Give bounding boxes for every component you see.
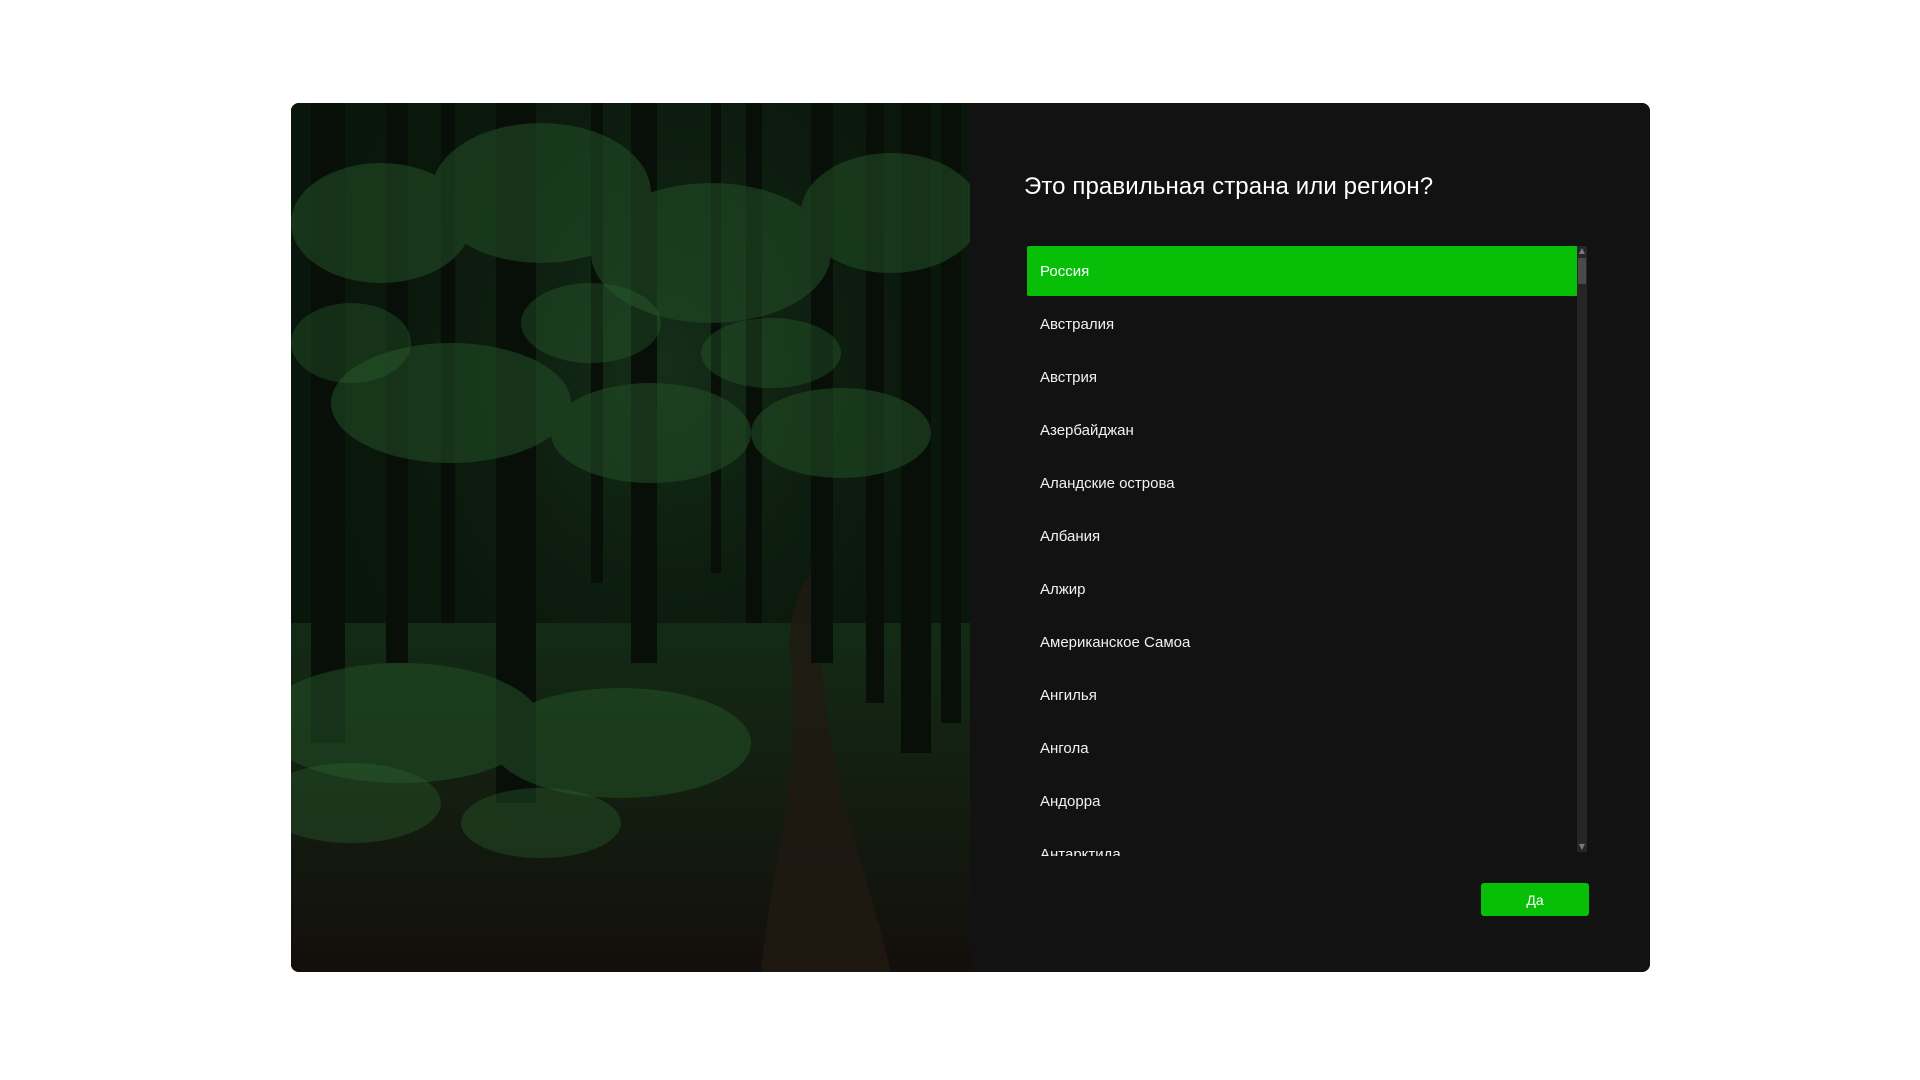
page-title: Это правильная страна или регион? (1024, 173, 1434, 200)
country-list-item[interactable]: Американское Самоа (1027, 617, 1578, 667)
country-list-item[interactable]: Ангола (1027, 723, 1578, 773)
oobe-window: Это правильная страна или регион? Россия… (291, 103, 1650, 972)
country-list-items: Россия Австралия Австрия Азербайджан Ала… (1027, 246, 1578, 856)
list-scrollbar[interactable]: ▲ ▼ (1577, 246, 1587, 852)
country-list[interactable]: Россия Австралия Австрия Азербайджан Ала… (1027, 246, 1587, 856)
country-list-item[interactable]: Ангилья (1027, 670, 1578, 720)
country-list-item[interactable]: Алжир (1027, 564, 1578, 614)
chevron-down-icon[interactable]: ▼ (1577, 842, 1587, 852)
country-selection-panel: Это правильная страна или регион? Россия… (970, 103, 1650, 972)
country-list-item[interactable]: Антарктида (1027, 829, 1578, 857)
country-list-item[interactable]: Австрия (1027, 352, 1578, 402)
country-list-item[interactable]: Андорра (1027, 776, 1578, 826)
forest-background-image (291, 103, 970, 972)
chevron-up-icon[interactable]: ▲ (1577, 246, 1587, 256)
country-list-item[interactable]: Албания (1027, 511, 1578, 561)
country-list-item[interactable]: Австралия (1027, 299, 1578, 349)
country-list-item[interactable]: Россия (1027, 246, 1578, 296)
country-list-item[interactable]: Аландские острова (1027, 458, 1578, 508)
country-list-item[interactable]: Азербайджан (1027, 405, 1578, 455)
yes-button[interactable]: Да (1481, 883, 1589, 916)
scrollbar-thumb[interactable] (1578, 258, 1586, 284)
